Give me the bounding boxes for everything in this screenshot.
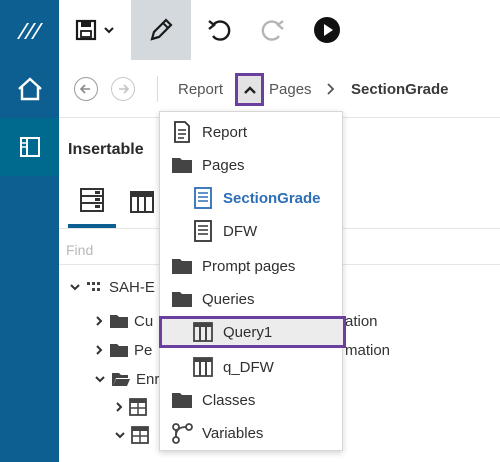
menu-item-label: Classes bbox=[202, 391, 256, 409]
menu-item-label: DFW bbox=[223, 222, 258, 240]
arrow-right-icon bbox=[119, 84, 129, 94]
menu-item-sectiongrade[interactable]: SectionGrade bbox=[160, 182, 342, 214]
save-icon bbox=[75, 19, 97, 41]
table-icon bbox=[130, 191, 154, 213]
redo-button[interactable] bbox=[247, 0, 299, 60]
chevron-right-icon bbox=[327, 83, 335, 95]
variables-icon bbox=[170, 421, 194, 445]
chevron-right-icon bbox=[96, 316, 103, 326]
edit-button[interactable] bbox=[131, 0, 191, 60]
logo-icon bbox=[0, 0, 59, 60]
tree-row[interactable] bbox=[114, 394, 147, 420]
redo-icon bbox=[261, 20, 284, 41]
tab-source[interactable] bbox=[68, 176, 116, 228]
undo-button[interactable] bbox=[191, 0, 247, 60]
tree-label: SAH-E bbox=[109, 278, 155, 296]
find-input[interactable]: Find bbox=[66, 242, 93, 258]
breadcrumb-current-page: SectionGrade bbox=[351, 81, 449, 98]
left-rail bbox=[0, 0, 59, 462]
panel-icon bbox=[19, 137, 40, 157]
tree-label: Enr bbox=[136, 370, 160, 388]
package-icon bbox=[87, 282, 100, 291]
menu-item-label: Queries bbox=[202, 290, 255, 308]
tree-label-tail: ation bbox=[345, 313, 378, 330]
menu-item-prompt-pages[interactable]: Prompt pages bbox=[160, 250, 342, 282]
menu-item-label: Pages bbox=[202, 156, 245, 174]
tree-label: Pe bbox=[134, 341, 153, 359]
folder-icon bbox=[110, 344, 128, 357]
folder-icon bbox=[110, 315, 128, 328]
menu-item-pages[interactable]: Pages bbox=[160, 149, 342, 181]
menu-item-label: SectionGrade bbox=[223, 189, 321, 207]
insertable-objects-toggle[interactable] bbox=[0, 118, 59, 176]
menu-item-queries[interactable]: Queries bbox=[160, 283, 342, 315]
menu-item-variables[interactable]: Variables bbox=[160, 417, 342, 449]
home-icon bbox=[17, 77, 42, 101]
chevron-down-icon bbox=[70, 284, 80, 291]
save-button[interactable] bbox=[59, 0, 131, 60]
chevron-down-icon bbox=[115, 432, 125, 439]
arrow-left-icon bbox=[80, 84, 90, 94]
rail-background bbox=[0, 176, 59, 462]
tree-row[interactable]: Enr bbox=[94, 366, 159, 392]
folder-icon bbox=[170, 254, 194, 278]
undo-icon bbox=[208, 20, 231, 41]
tree-row[interactable]: SAH-E bbox=[69, 274, 155, 300]
breadcrumb-report[interactable]: Report bbox=[178, 81, 223, 98]
breadcrumb-dropdown-toggle[interactable] bbox=[235, 73, 264, 106]
query-subject-icon bbox=[129, 398, 147, 416]
menu-item-query1[interactable]: Query1 bbox=[159, 316, 346, 348]
menu-item-dfw[interactable]: DFW bbox=[160, 215, 342, 247]
query-icon bbox=[191, 320, 215, 344]
database-icon bbox=[80, 188, 104, 212]
folder-icon bbox=[170, 287, 194, 311]
menu-item-label: q_DFW bbox=[223, 358, 274, 376]
back-button[interactable] bbox=[74, 77, 98, 101]
forward-button[interactable] bbox=[111, 77, 135, 101]
chevron-down-icon bbox=[95, 376, 105, 383]
run-icon bbox=[314, 17, 340, 43]
breadcrumb-pages[interactable]: Pages bbox=[269, 81, 312, 98]
menu-item-q-dfw[interactable]: q_DFW bbox=[160, 351, 342, 383]
panel-title: Insertable bbox=[68, 141, 144, 158]
chevron-up-icon bbox=[243, 85, 256, 94]
tree-label-tail: mation bbox=[345, 342, 391, 359]
folder-icon bbox=[170, 388, 194, 412]
report-icon bbox=[170, 120, 194, 144]
page-icon bbox=[191, 219, 215, 243]
home-button[interactable] bbox=[0, 60, 59, 118]
breadcrumb: Report Pages SectionGrade bbox=[59, 60, 500, 118]
query-subject-icon bbox=[131, 426, 149, 444]
run-button[interactable] bbox=[299, 0, 355, 60]
menu-item-classes[interactable]: Classes bbox=[160, 384, 342, 416]
chevron-right-icon bbox=[96, 345, 103, 355]
tree-row[interactable]: Cu bbox=[94, 308, 153, 334]
tree-row[interactable] bbox=[114, 422, 149, 448]
query-icon bbox=[191, 355, 215, 379]
menu-item-label: Variables bbox=[202, 424, 264, 442]
panel-tabs bbox=[59, 176, 159, 228]
breadcrumb-dropdown-menu: Report Pages SectionGrade DFW Prompt pag… bbox=[159, 111, 346, 451]
menu-item-label: Prompt pages bbox=[202, 257, 296, 275]
tree-label: Cu bbox=[134, 312, 154, 330]
menu-item-label: Report bbox=[202, 123, 248, 141]
chevron-right-icon bbox=[116, 402, 123, 412]
chevron-down-icon bbox=[104, 27, 114, 34]
tab-toolbox[interactable] bbox=[125, 176, 159, 228]
breadcrumb-divider bbox=[157, 76, 158, 102]
folder-icon bbox=[170, 153, 194, 177]
folder-open-icon bbox=[112, 373, 130, 386]
pencil-icon bbox=[150, 18, 173, 41]
page-icon bbox=[191, 186, 215, 210]
tree-row[interactable]: Pe bbox=[94, 337, 152, 363]
menu-item-report[interactable]: Report bbox=[160, 116, 342, 148]
menu-item-label: Query1 bbox=[223, 323, 273, 341]
top-toolbar bbox=[59, 0, 500, 60]
